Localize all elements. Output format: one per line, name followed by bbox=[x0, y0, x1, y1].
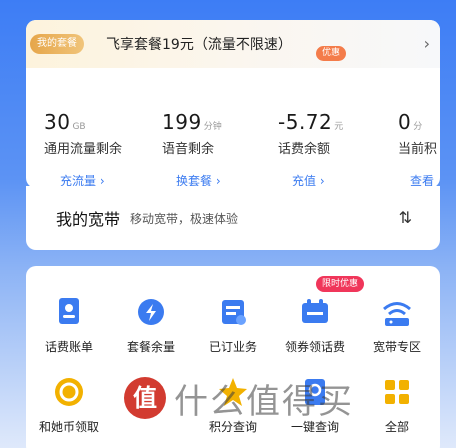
plan-name[interactable]: 飞享套餐19元（流量不限速） bbox=[106, 34, 292, 54]
stat-unit: 分 bbox=[413, 122, 423, 132]
stat-value: 0 bbox=[398, 110, 412, 134]
broadband-title: 我的宽带 bbox=[56, 210, 121, 229]
plan-bar[interactable]: 我的套餐 飞享套餐19元（流量不限速） › bbox=[26, 20, 440, 68]
service-label: 已订业务 bbox=[208, 340, 257, 354]
service-label: 话费账单 bbox=[44, 340, 93, 354]
promo-tag: 优惠 bbox=[316, 46, 347, 61]
balance-icon bbox=[133, 294, 169, 330]
service-label: 宽带专区 bbox=[372, 340, 421, 354]
service-label: 套餐余量 bbox=[126, 340, 175, 354]
service-broadband[interactable]: 宽带专区 bbox=[356, 294, 438, 355]
service-bill[interactable]: 话费账单 bbox=[28, 294, 110, 355]
broadband-desc: 移动宽带，极速体验 bbox=[130, 211, 239, 226]
stat-value: 199 bbox=[162, 110, 202, 134]
wifi-icon bbox=[379, 294, 415, 330]
stat-data[interactable]: 30 GB 通用流量剩余 bbox=[44, 110, 122, 157]
subscribed-icon bbox=[215, 294, 251, 330]
stat-label: 语音剩余 bbox=[162, 142, 215, 157]
stat-label: 当前积 bbox=[398, 142, 438, 157]
chevron-right-icon[interactable]: › bbox=[424, 34, 430, 53]
broadband-card[interactable]: 我的宽带 移动宽带，极速体验 ⇅ bbox=[26, 186, 440, 250]
stat-value: -5.72 bbox=[278, 110, 333, 134]
coupon-icon bbox=[297, 294, 333, 330]
stat-unit: 分钟 bbox=[203, 122, 222, 132]
stat-points[interactable]: 0分 当前积 bbox=[398, 110, 437, 157]
service-subscribed[interactable]: 已订业务 bbox=[192, 294, 274, 355]
transfer-icon[interactable]: ⇅ bbox=[399, 208, 412, 227]
account-card: 我的套餐 飞享套餐19元（流量不限速） › 30 GB 通用流量剩余 199 分钟 … bbox=[26, 20, 440, 188]
stat-unit: 元 bbox=[334, 122, 344, 132]
service-coupon[interactable]: 领券领话费 bbox=[274, 294, 356, 355]
stat-value: 30 bbox=[44, 110, 71, 134]
stat-label: 话费余额 bbox=[278, 142, 331, 157]
plan-badge: 我的套餐 bbox=[30, 34, 84, 54]
stat-unit: GB bbox=[72, 122, 86, 132]
coin-icon bbox=[51, 374, 87, 410]
service-label: 领券领话费 bbox=[284, 340, 345, 354]
stat-voice[interactable]: 199 分钟 语音剩余 bbox=[162, 110, 222, 157]
stat-balance[interactable]: -5.72 元 话费余额 bbox=[278, 110, 343, 157]
service-coin[interactable]: 和她币领取 bbox=[28, 374, 110, 435]
bill-icon bbox=[51, 294, 87, 330]
watermark: 值 什么值得买 bbox=[124, 368, 440, 428]
stats-row: 30 GB 通用流量剩余 199 分钟 语音剩余 -5.72 元 话费余额 0分 当前… bbox=[26, 68, 440, 188]
stat-label: 通用流量剩余 bbox=[44, 142, 123, 157]
service-balance[interactable]: 套餐余量 bbox=[110, 294, 192, 355]
watermark-text: 什么值得买 bbox=[174, 381, 354, 422]
service-label: 和她币领取 bbox=[38, 420, 99, 434]
watermark-logo: 值 bbox=[124, 377, 166, 419]
hot-tag: 限时优惠 bbox=[316, 276, 365, 292]
